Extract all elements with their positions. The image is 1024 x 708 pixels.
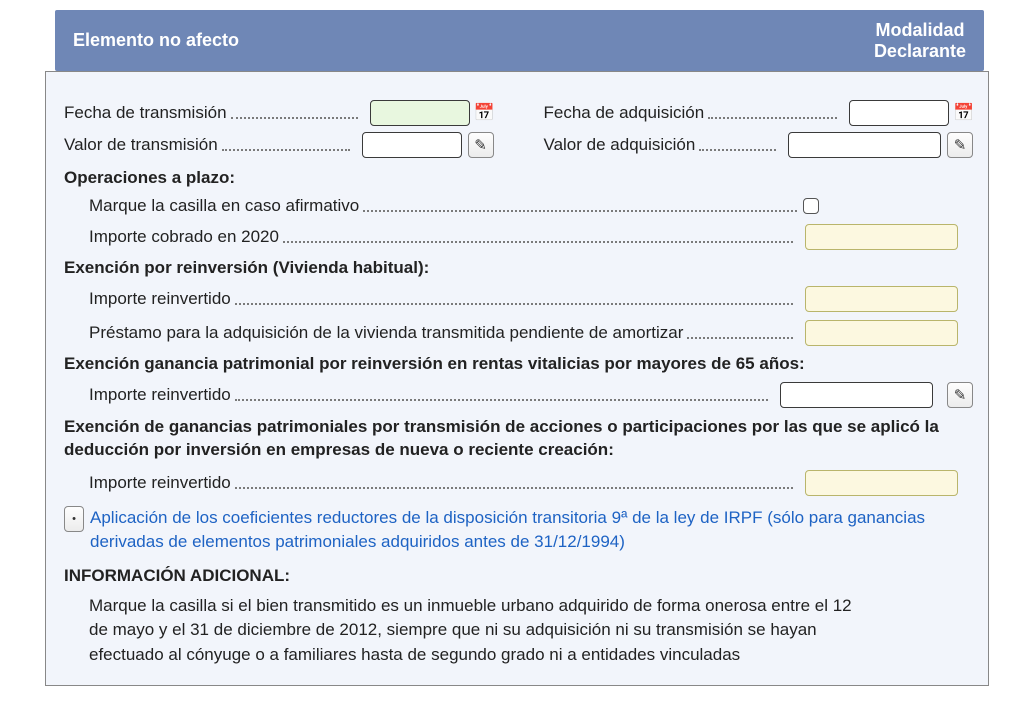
section-exencion-reinversion: Exención por reinversión (Vivienda habit… xyxy=(64,258,973,278)
valor-adquisicion-input[interactable] xyxy=(788,132,941,158)
importe-reinvertido-2-input[interactable] xyxy=(780,382,933,408)
importe-2020-input[interactable] xyxy=(805,224,958,250)
calendar-icon[interactable]: 📅 xyxy=(955,101,973,125)
section-exencion-acciones: Exención de ganancias patrimoniales por … xyxy=(64,416,973,462)
section-info-adicional: INFORMACIÓN ADICIONAL: xyxy=(64,566,973,586)
expand-toggle[interactable]: • xyxy=(64,506,84,532)
importe-reinvertido-3-input[interactable] xyxy=(805,470,958,496)
section-operaciones-plazo: Operaciones a plazo: xyxy=(64,168,973,188)
calendar-icon[interactable]: 📅 xyxy=(476,101,494,125)
label-marque-afirmativo: Marque la casilla en caso afirmativo xyxy=(89,196,359,216)
header-mode: Modalidad Declarante xyxy=(874,20,966,61)
pencil-icon[interactable]: ✎ xyxy=(468,132,494,158)
label-importe-2020: Importe cobrado en 2020 xyxy=(89,227,279,247)
label-fecha-transmision: Fecha de transmisión xyxy=(64,103,227,123)
label-importe-reinvertido-2: Importe reinvertido xyxy=(89,385,231,405)
fecha-adquisicion-input[interactable] xyxy=(849,100,949,126)
form-header: Elemento no afecto Modalidad Declarante xyxy=(55,10,984,71)
link-coeficientes-reductores[interactable]: Aplicación de los coeficientes reductore… xyxy=(90,506,973,554)
form-panel: Fecha de transmisión 📅 Fecha de adquisic… xyxy=(45,71,989,686)
checkbox-afirmativo[interactable] xyxy=(803,198,819,214)
valor-transmision-input[interactable] xyxy=(362,132,462,158)
header-title: Elemento no afecto xyxy=(73,30,239,51)
section-exencion-65: Exención ganancia patrimonial por reinve… xyxy=(64,354,973,374)
info-adicional-text: Marque la casilla si el bien transmitido… xyxy=(64,594,973,668)
prestamo-input[interactable] xyxy=(805,320,958,346)
label-importe-reinvertido-1: Importe reinvertido xyxy=(89,289,231,309)
label-importe-reinvertido-3: Importe reinvertido xyxy=(89,473,231,493)
label-valor-adquisicion: Valor de adquisición xyxy=(544,135,696,155)
pencil-icon[interactable]: ✎ xyxy=(947,382,973,408)
label-prestamo: Préstamo para la adquisición de la vivie… xyxy=(89,323,683,343)
fecha-transmision-input[interactable] xyxy=(370,100,470,126)
pencil-icon[interactable]: ✎ xyxy=(947,132,973,158)
importe-reinvertido-1-input[interactable] xyxy=(805,286,958,312)
label-fecha-adquisicion: Fecha de adquisición xyxy=(544,103,705,123)
label-valor-transmision: Valor de transmisión xyxy=(64,135,218,155)
